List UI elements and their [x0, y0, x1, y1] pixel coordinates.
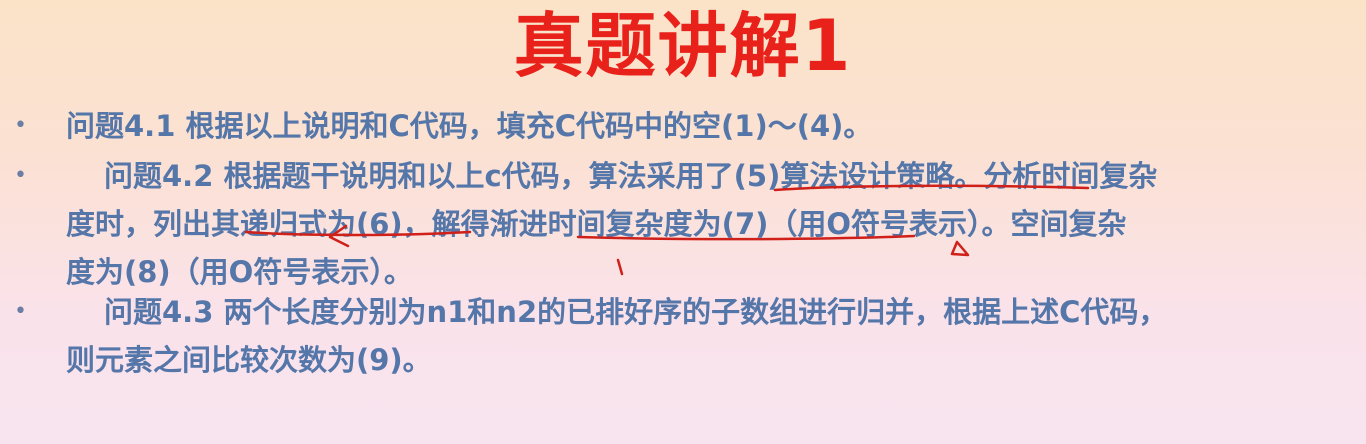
bullet-dot: •	[14, 163, 27, 188]
bullet-dot: •	[14, 299, 27, 324]
question-4-3-line-2: 则元素之间比较次数为(9)。	[66, 343, 432, 377]
question-4-2-line-2: 度时，列出其递归式为(6)，解得渐进时间复杂度为(7)（用O符号表示）。空间复杂	[66, 207, 1127, 241]
question-text: 问题4.3 两个长度分别为n1和n2的已排好序的子数组进行归并，根据上述C代码，…	[66, 288, 1346, 384]
bullet-dot: •	[14, 113, 27, 138]
question-4-3-line-1: 问题4.3 两个长度分别为n1和n2的已排好序的子数组进行归并，根据上述C代码，	[104, 295, 1168, 329]
question-text: 问题4.2 根据题干说明和以上c代码，算法采用了(5)算法设计策略。分析时间复杂…	[66, 152, 1346, 296]
slide-title: 真题讲解1	[513, 5, 853, 87]
question-4-2-line-1: 问题4.2 根据题干说明和以上c代码，算法采用了(5)算法设计策略。分析时间复杂	[104, 159, 1158, 193]
question-4-1-line-1: 问题4.1 根据以上说明和C代码，填充C代码中的空(1)～(4)。	[66, 109, 873, 143]
question-text: 问题4.1 根据以上说明和C代码，填充C代码中的空(1)～(4)。	[66, 102, 1346, 150]
slide: 真题讲解1 • 问题4.1 根据以上说明和C代码，填充C代码中的空(1)～(4)…	[0, 0, 1366, 444]
